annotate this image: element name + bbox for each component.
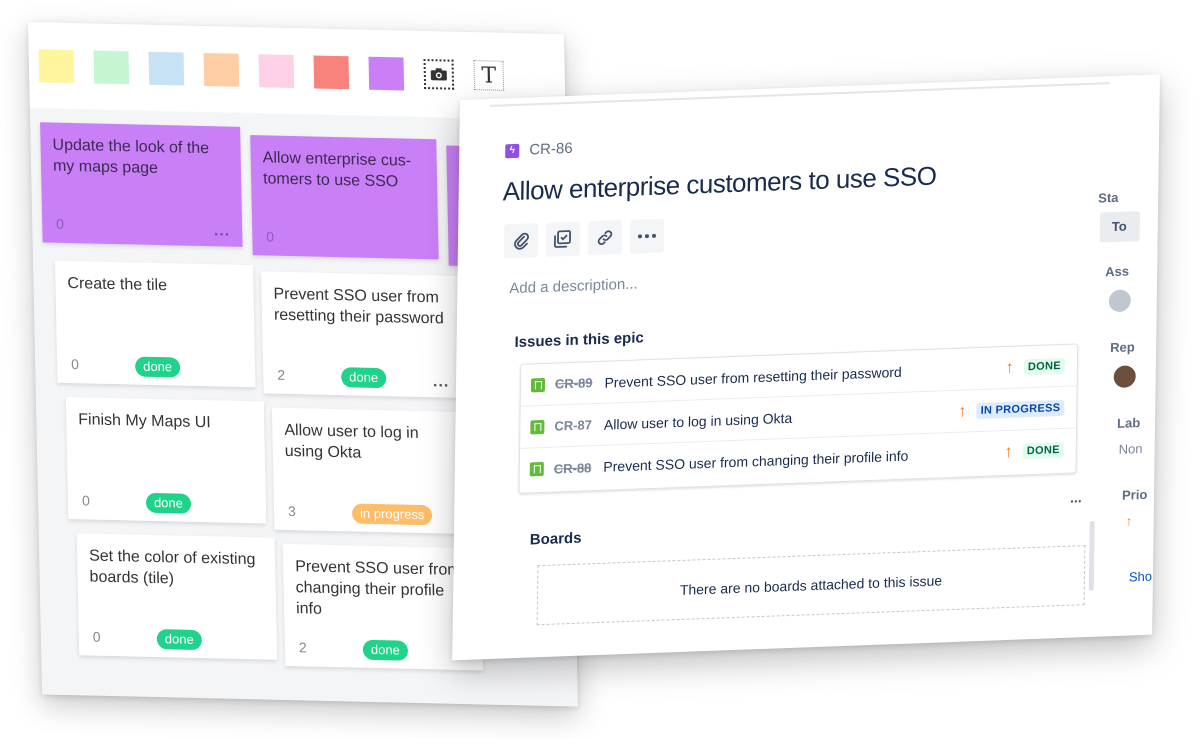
- more-icon[interactable]: [629, 218, 665, 254]
- assignee-avatar[interactable]: [1108, 289, 1131, 313]
- epic-card[interactable]: Update the look of the my maps page 0 ..…: [40, 122, 243, 247]
- story-count: 0: [81, 492, 90, 509]
- epic-type-icon: ϟ: [505, 143, 520, 158]
- status-badge: done: [134, 356, 181, 378]
- camera-icon[interactable]: [423, 58, 455, 90]
- story-icon: [530, 419, 545, 434]
- labels-label: Lab: [1116, 415, 1141, 431]
- status-badge[interactable]: DONE: [1022, 441, 1064, 460]
- priority-arrow-icon: ↑: [958, 400, 967, 421]
- status-badge: done: [156, 629, 202, 651]
- description-field[interactable]: Add a description...: [509, 275, 638, 297]
- epic-title: Update the look of the my maps page: [52, 136, 210, 177]
- text-tool-icon[interactable]: T: [473, 60, 505, 91]
- status-label: Sta: [1098, 189, 1119, 206]
- swatch-pink[interactable]: [258, 53, 295, 88]
- checklist-icon[interactable]: [545, 221, 581, 257]
- swatch-red[interactable]: [313, 54, 350, 89]
- issue-summary[interactable]: Prevent SSO user from changing their pro…: [603, 444, 1004, 475]
- boards-empty-text: There are no boards attached to this iss…: [679, 572, 943, 598]
- issue-actions: [503, 218, 665, 259]
- story-card[interactable]: Allow user to log in using Okta 3 in pro…: [271, 407, 473, 535]
- story-count: 2: [298, 639, 307, 656]
- labels-value[interactable]: Non: [1119, 441, 1143, 457]
- scrollbar[interactable]: [1088, 520, 1095, 591]
- priority-arrow-icon: ↑: [1005, 357, 1015, 377]
- story-title: Set the color of existing boards (tile): [88, 547, 256, 588]
- swatch-yellow[interactable]: [38, 48, 75, 83]
- epic-title: Allow enterprise cus-tomers to use SSO: [262, 149, 412, 191]
- swatch-purple[interactable]: [368, 56, 405, 91]
- priority-arrow-icon: ↑: [1004, 441, 1013, 462]
- epic-count: 0: [56, 215, 65, 232]
- story-title: Finish My Maps UI: [78, 411, 211, 432]
- story-title: Create the tile: [67, 274, 168, 295]
- story-title: Prevent SSO user from changing their pro…: [295, 558, 461, 618]
- story-title: Prevent SSO user from resetting their pa…: [273, 285, 444, 328]
- issue-key[interactable]: CR-87: [554, 417, 592, 433]
- page-title[interactable]: Allow enterprise customers to use SSO: [502, 161, 936, 208]
- child-issues-list: CR-89 Prevent SSO user from resetting th…: [518, 343, 1079, 494]
- priority-arrow-icon[interactable]: ↑: [1126, 513, 1133, 528]
- link-icon[interactable]: [587, 220, 623, 256]
- divider: [489, 82, 1110, 107]
- more-icon[interactable]: ...: [433, 373, 450, 390]
- swatch-orange[interactable]: [203, 52, 240, 87]
- issue-summary[interactable]: Prevent SSO user from resetting their pa…: [604, 360, 1005, 390]
- issue-detail-panel: ϟ CR-86 Allow enterprise customers to us…: [452, 74, 1160, 661]
- story-count: 0: [92, 628, 101, 645]
- more-icon[interactable]: ...: [214, 222, 231, 239]
- swatch-blue[interactable]: [148, 51, 185, 86]
- swatch-green[interactable]: [93, 49, 130, 84]
- status-badge: done: [341, 367, 387, 389]
- status-badge: done: [145, 492, 192, 514]
- show-more-link[interactable]: Sho: [1129, 569, 1152, 585]
- story-count: 0: [70, 356, 80, 373]
- boards-empty-state: There are no boards attached to this iss…: [536, 545, 1086, 626]
- issue-summary[interactable]: Allow user to log in using Okta: [604, 403, 958, 432]
- story-card[interactable]: Finish My Maps UI 0 done: [65, 396, 267, 524]
- story-title: Allow user to log in using Okta: [284, 421, 419, 462]
- priority-label: Prio: [1121, 486, 1148, 503]
- status-badge: done: [362, 639, 409, 661]
- reporter-label: Rep: [1110, 339, 1135, 356]
- issue-key[interactable]: CR-88: [554, 460, 592, 476]
- assignee-label: Ass: [1105, 263, 1130, 280]
- status-badge[interactable]: DONE: [1023, 357, 1066, 375]
- status-badge[interactable]: IN PROGRESS: [976, 399, 1065, 419]
- epic-count: 0: [266, 228, 275, 245]
- reporter-avatar[interactable]: [1113, 365, 1136, 389]
- issue-key[interactable]: CR-86: [529, 140, 573, 159]
- story-count: 2: [277, 366, 286, 383]
- boards-more-icon[interactable]: ...: [1070, 489, 1082, 505]
- story-icon: [529, 461, 544, 477]
- story-card[interactable]: Create the tile 0 done: [54, 260, 256, 388]
- story-card[interactable]: Set the color of existing boards (tile) …: [76, 533, 278, 660]
- breadcrumb: ϟ CR-86: [505, 140, 573, 159]
- story-card[interactable]: Prevent SSO user from resetting their pa…: [261, 271, 462, 398]
- status-badge: in progress: [351, 503, 433, 526]
- issues-in-epic-heading: Issues in this epic: [514, 329, 644, 352]
- epic-card[interactable]: Allow enterprise cus-tomers to use SSO 0: [250, 135, 439, 260]
- boards-heading: Boards: [529, 529, 582, 549]
- story-count: 3: [287, 503, 297, 520]
- attachment-icon[interactable]: [503, 223, 539, 259]
- issue-key[interactable]: CR-89: [555, 375, 593, 391]
- status-dropdown[interactable]: To: [1099, 211, 1141, 243]
- story-icon: [530, 377, 546, 392]
